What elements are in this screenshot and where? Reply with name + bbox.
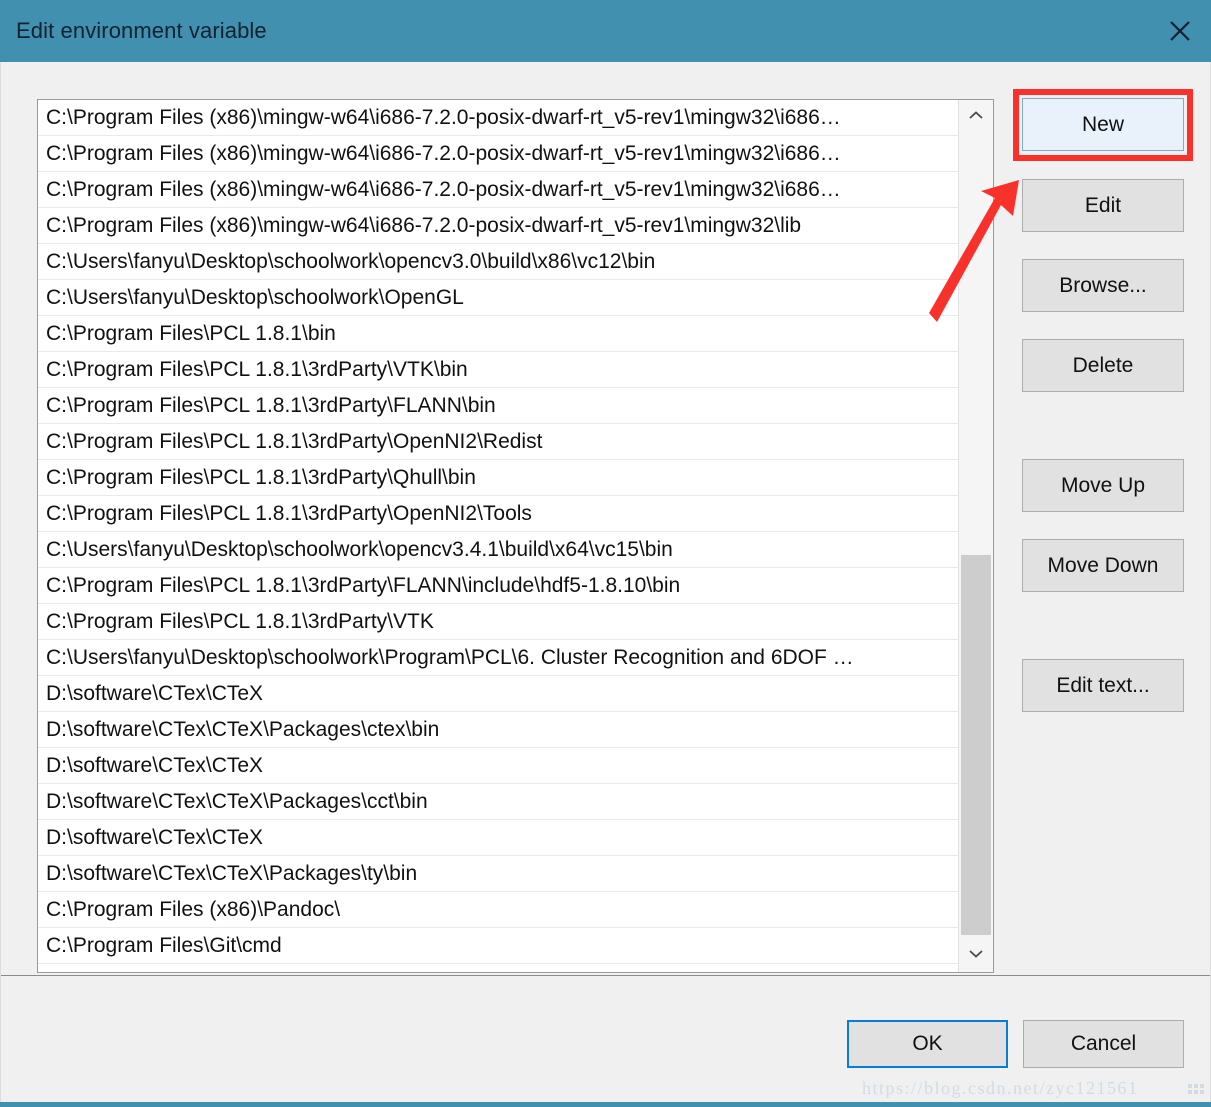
list-item[interactable]: D:\software\CTex\CTeX\Packages\ty\bin [38, 856, 958, 892]
list-item[interactable]: C:\Program Files (x86)\Pandoc\ [38, 892, 958, 928]
list-item[interactable]: C:\Program Files (x86)\mingw-w64\i686-7.… [38, 136, 958, 172]
list-item[interactable]: C:\Program Files\PCL 1.8.1\3rdParty\Qhul… [38, 460, 958, 496]
list-item[interactable]: C:\Program Files (x86)\mingw-w64\i686-7.… [38, 172, 958, 208]
scroll-down-button[interactable] [959, 938, 993, 972]
list-item[interactable]: C:\Users\fanyu\Desktop\schoolwork\OpenGL [38, 280, 958, 316]
window-bottom-edge [0, 1102, 1211, 1107]
chevron-down-icon [968, 946, 984, 964]
move-down-button[interactable]: Move Down [1022, 539, 1184, 592]
scrollbar-thumb[interactable] [961, 555, 991, 935]
list-item[interactable]: D:\software\CTex\CTeX [38, 820, 958, 856]
list-item[interactable]: C:\Program Files\PCL 1.8.1\3rdParty\VTK [38, 604, 958, 640]
title-bar: Edit environment variable [0, 0, 1211, 62]
edit-button[interactable]: Edit [1022, 179, 1184, 232]
list-item[interactable]: C:\Users\fanyu\Desktop\schoolwork\opencv… [38, 244, 958, 280]
dialog-client-area: C:\Program Files (x86)\mingw-w64\i686-7.… [0, 62, 1211, 1107]
watermark-logo-icon [1188, 1084, 1204, 1098]
list-item[interactable]: D:\software\CTex\CTeX\Packages\cct\bin [38, 784, 958, 820]
list-item[interactable]: D:\software\CTex\CTeX [38, 676, 958, 712]
path-list-box[interactable]: C:\Program Files (x86)\mingw-w64\i686-7.… [37, 99, 994, 973]
list-item[interactable]: C:\Users\fanyu\Desktop\schoolwork\opencv… [38, 532, 958, 568]
vertical-scrollbar[interactable] [958, 100, 993, 972]
close-icon [1167, 18, 1193, 44]
ok-button[interactable]: OK [847, 1020, 1008, 1068]
list-item[interactable]: C:\Program Files\PCL 1.8.1\3rdParty\Open… [38, 496, 958, 532]
list-item[interactable]: D:\software\CTex\CTeX\Packages\ctex\bin [38, 712, 958, 748]
list-item[interactable]: C:\Users\fanyu\Desktop\schoolwork\Progra… [38, 640, 958, 676]
footer-separator [1, 975, 1210, 976]
cancel-button[interactable]: Cancel [1023, 1020, 1184, 1068]
browse-button[interactable]: Browse... [1022, 259, 1184, 312]
list-item[interactable]: C:\Program Files\PCL 1.8.1\3rdParty\Open… [38, 424, 958, 460]
new-button[interactable]: New [1022, 98, 1184, 151]
edit-environment-variable-dialog: Edit environment variable C:\Program Fil… [0, 0, 1211, 1107]
list-item[interactable]: C:\Program Files\Git\cmd [38, 928, 958, 964]
list-item[interactable]: D:\software\CTex\CTeX [38, 748, 958, 784]
scroll-up-button[interactable] [959, 100, 993, 134]
move-up-button[interactable]: Move Up [1022, 459, 1184, 512]
close-button[interactable] [1149, 0, 1211, 62]
list-item[interactable]: C:\Program Files\PCL 1.8.1\3rdParty\FLAN… [38, 388, 958, 424]
delete-button[interactable]: Delete [1022, 339, 1184, 392]
chevron-up-icon [968, 108, 984, 126]
list-item[interactable]: C:\Program Files (x86)\mingw-w64\i686-7.… [38, 100, 958, 136]
path-list-rows: C:\Program Files (x86)\mingw-w64\i686-7.… [38, 100, 958, 972]
window-title: Edit environment variable [16, 18, 267, 43]
edit-text-button[interactable]: Edit text... [1022, 659, 1184, 712]
list-item[interactable]: C:\Program Files\PCL 1.8.1\3rdParty\FLAN… [38, 568, 958, 604]
list-item[interactable]: C:\Program Files (x86)\mingw-w64\i686-7.… [38, 208, 958, 244]
list-item[interactable]: C:\Program Files\PCL 1.8.1\3rdParty\VTK\… [38, 352, 958, 388]
list-item[interactable]: C:\Program Files\PCL 1.8.1\bin [38, 316, 958, 352]
watermark-text: https://blog.csdn.net/zyc121561 [862, 1078, 1139, 1098]
